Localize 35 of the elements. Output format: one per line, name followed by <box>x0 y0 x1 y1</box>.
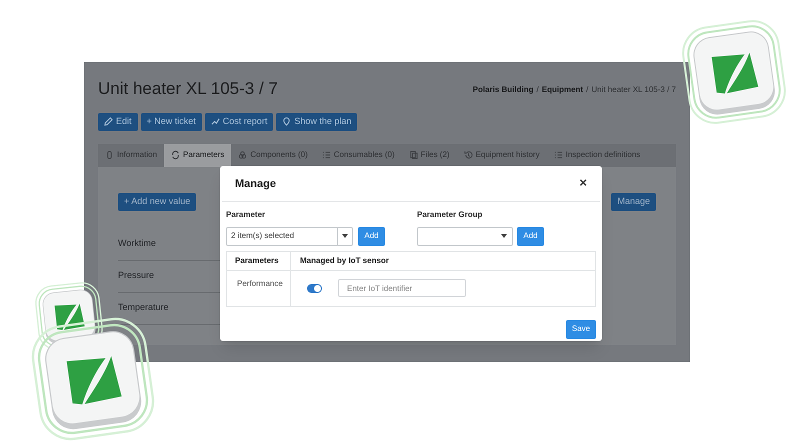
breadcrumb-link[interactable]: Polaris Building <box>472 84 534 96</box>
add-button[interactable]: Add <box>517 226 544 246</box>
tab[interactable]: Components (0) <box>231 144 315 166</box>
action-button[interactable]: Cost report <box>204 112 274 130</box>
input-field[interactable]: Enter IoT identifier <box>338 279 466 297</box>
breadcrumb-current: Unit heater XL 105-3 / 7 <box>591 84 676 96</box>
tab[interactable]: Equipment history <box>456 144 547 166</box>
add-button[interactable]: Add <box>358 226 385 246</box>
manage-button[interactable]: Manage <box>611 192 656 210</box>
page-title: Unit heater XL 105-3 / 7 <box>98 78 278 100</box>
add-value-button[interactable]: + Add new value <box>118 192 196 210</box>
parameter-label: Worktime <box>118 237 156 250</box>
parameter-label: Temperature <box>118 301 169 314</box>
tab[interactable]: Files (2) <box>402 144 457 166</box>
tab[interactable]: Parameters <box>164 144 232 166</box>
field-label: Parameter Group <box>417 208 484 220</box>
tab[interactable]: Consumables (0) <box>314 144 402 166</box>
save-button[interactable]: Save <box>566 320 596 338</box>
field-label: Parameter <box>226 208 266 220</box>
column-header: Parameters <box>235 256 279 264</box>
tab[interactable]: Inspection definitions <box>546 144 648 166</box>
select-value: 2 item(s) selected <box>230 230 296 242</box>
action-button[interactable]: Show the plan <box>276 112 358 130</box>
breadcrumb-separator: / <box>586 84 588 96</box>
parameter-label: Pressure <box>118 269 154 282</box>
column-header: Managed by IoT sensor <box>300 256 389 264</box>
parameter-select[interactable]: 2 item(s) selected <box>226 226 353 246</box>
action-button[interactable]: Edit <box>98 112 138 130</box>
table-cell: Performance <box>237 278 283 288</box>
breadcrumb-link[interactable]: Equipment <box>542 84 584 96</box>
close-button[interactable]: × <box>579 176 587 189</box>
modal-title: Manage <box>235 177 276 192</box>
tab[interactable]: Information <box>98 144 164 166</box>
action-button[interactable]: + New ticket <box>140 112 202 130</box>
breadcrumb-separator: / <box>536 84 539 96</box>
